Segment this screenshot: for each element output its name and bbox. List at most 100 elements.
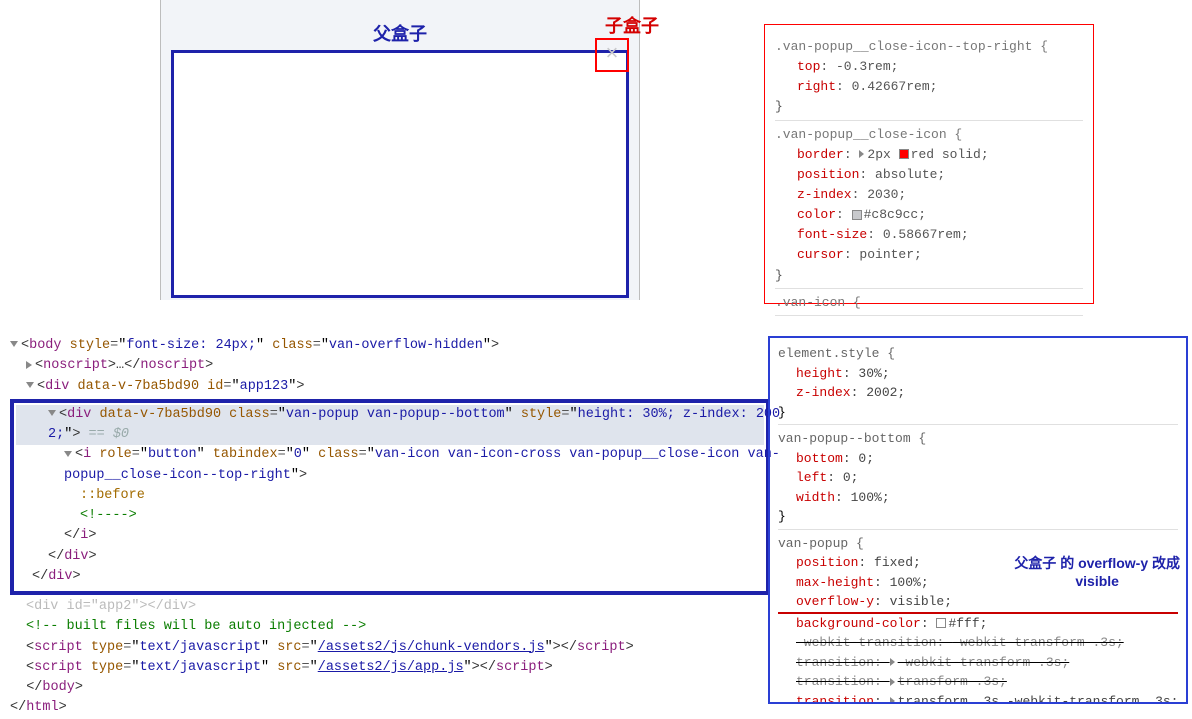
dollar-zero-indicator: == $0 [80,427,129,442]
css-brace: } [775,99,783,114]
css-brace: } [775,268,783,283]
popup-diagram: 父盒子 子盒子 × [160,0,640,300]
css-rule: van-popup--bottom { bottom: 0; left: 0; … [778,429,1178,530]
close-icon: × [605,44,618,66]
highlighted-dom-block: <div data-v-7ba5bd90 class="van-popup va… [10,399,770,595]
expand-triangle-icon[interactable] [890,678,895,686]
expand-triangle-icon[interactable] [890,658,895,666]
css-prop: z-index [796,385,851,400]
css-prop: z-index [797,187,852,202]
css-prop: transition [796,674,874,689]
script-src-link[interactable]: /assets2/js/chunk-vendors.js [318,640,545,655]
css-prop: position [797,167,859,182]
css-prop: top [797,59,820,74]
css-rule: .van-icon { [775,293,1083,316]
css-selector: element.style { [778,346,895,361]
css-val: -webkit-transform .3s; [898,655,1070,670]
dom-node-close[interactable]: </html> [10,698,770,718]
css-prop: transition [796,694,874,705]
css-val: : 100%; [835,490,890,505]
collapse-triangle-icon[interactable] [64,451,72,457]
dom-comment[interactable]: <!----> [16,506,764,526]
dom-node-close[interactable]: </div> [16,567,764,587]
css-brace: } [778,405,786,420]
css-selector: .van-popup__close-icon { [775,127,962,142]
css-val: : absolute; [859,167,945,182]
css-prop: height [796,366,843,381]
css-val: : visible; [874,594,952,609]
css-val: : pointer; [844,247,922,262]
dom-node-close[interactable]: </i> [16,526,764,546]
css-val: transform .3s,-webkit-transform .3s; [898,694,1179,705]
css-prop: width [796,490,835,505]
expand-triangle-icon[interactable] [890,697,895,704]
css-selector: .van-icon { [775,295,861,310]
color-swatch-icon[interactable] [899,149,909,159]
dom-comment[interactable]: <!-- built files will be auto injected -… [10,617,770,637]
dom-node[interactable]: <script type="text/javascript" src="/ass… [10,658,770,678]
child-box-label: 子盒子 [605,12,659,38]
css-rule: .van-popup__close-icon { border: 2px red… [775,125,1083,289]
dom-node[interactable]: <noscript>…</noscript> [10,356,770,376]
css-prop: max-height [796,575,874,590]
color-swatch-icon[interactable] [852,210,862,220]
css-val: : -0.3rem; [820,59,898,74]
dom-node-close[interactable]: </div> [16,547,764,567]
css-val: : 0; [843,451,874,466]
css-selector: van-popup { [778,536,864,551]
css-val: transform .3s; [898,674,1007,689]
dom-node[interactable]: <div id="app2"></div> [10,597,770,617]
css-prop: background-color [796,616,921,631]
child-box-close[interactable]: × [595,38,629,72]
css-val: -webkit-transform .3s; [952,635,1124,650]
css-val: red solid; [911,147,989,162]
parent-box: × [171,50,629,298]
css-selector: .van-popup__close-icon--top-right { [775,39,1048,54]
css-val: : 0.42667rem; [836,79,937,94]
css-rule: element.style { height: 30%; z-index: 20… [778,344,1178,425]
css-val: : fixed; [858,555,920,570]
styles-panel-top[interactable]: .van-popup__close-icon--top-right { top:… [764,24,1094,304]
css-rule: .van-popup__close-icon--top-right { top:… [775,37,1083,121]
color-swatch-icon[interactable] [936,618,946,628]
css-val: : 30%; [843,366,890,381]
styles-panel-bottom[interactable]: element.style { height: 30%; z-index: 20… [768,336,1188,704]
css-val: 2px [867,147,898,162]
css-prop: transition [796,655,874,670]
dom-node-close[interactable]: </body> [10,678,770,698]
dom-pseudo[interactable]: ::before [16,486,764,506]
expand-triangle-icon[interactable] [859,150,864,158]
css-brace: } [778,509,786,524]
css-prop: overflow-y [796,594,874,609]
expand-triangle-icon[interactable] [26,361,32,369]
dom-node[interactable]: <div data-v-7ba5bd90 id="app123"> [10,377,770,397]
css-prop: border [797,147,844,162]
css-prop: cursor [797,247,844,262]
dom-node[interactable]: <script type="text/javascript" src="/ass… [10,638,770,658]
collapse-triangle-icon[interactable] [26,382,34,388]
css-val: : 0; [827,470,858,485]
css-prop: left [796,470,827,485]
css-prop: color [797,207,836,222]
css-prop: bottom [796,451,843,466]
css-prop: position [796,555,858,570]
dom-node[interactable]: <body style="font-size: 24px;" class="va… [10,336,770,356]
css-val: #fff; [948,616,987,631]
script-src-link[interactable]: /assets2/js/app.js [318,660,464,675]
css-prop: right [797,79,836,94]
css-prop: -webkit-transition [796,635,936,650]
dom-node-selected[interactable]: <div data-v-7ba5bd90 class="van-popup va… [16,407,780,422]
css-val: : 2002; [851,385,906,400]
css-selector: van-popup--bottom { [778,431,926,446]
elements-panel[interactable]: <body style="font-size: 24px;" class="va… [10,336,770,719]
css-prop: font-size [797,227,867,242]
collapse-triangle-icon[interactable] [10,341,18,347]
dom-node[interactable]: <i role="button" tabindex="0" class="van… [16,445,764,465]
css-val: : 0.58667rem; [867,227,968,242]
css-val: : 100%; [874,575,929,590]
css-val: #c8c9cc; [864,207,926,222]
css-val: : 2030; [852,187,907,202]
parent-box-label: 父盒子 [161,20,639,46]
collapse-triangle-icon[interactable] [48,410,56,416]
annotation-note: 父盒子 的 overflow-y 改成 visible [1014,554,1180,590]
